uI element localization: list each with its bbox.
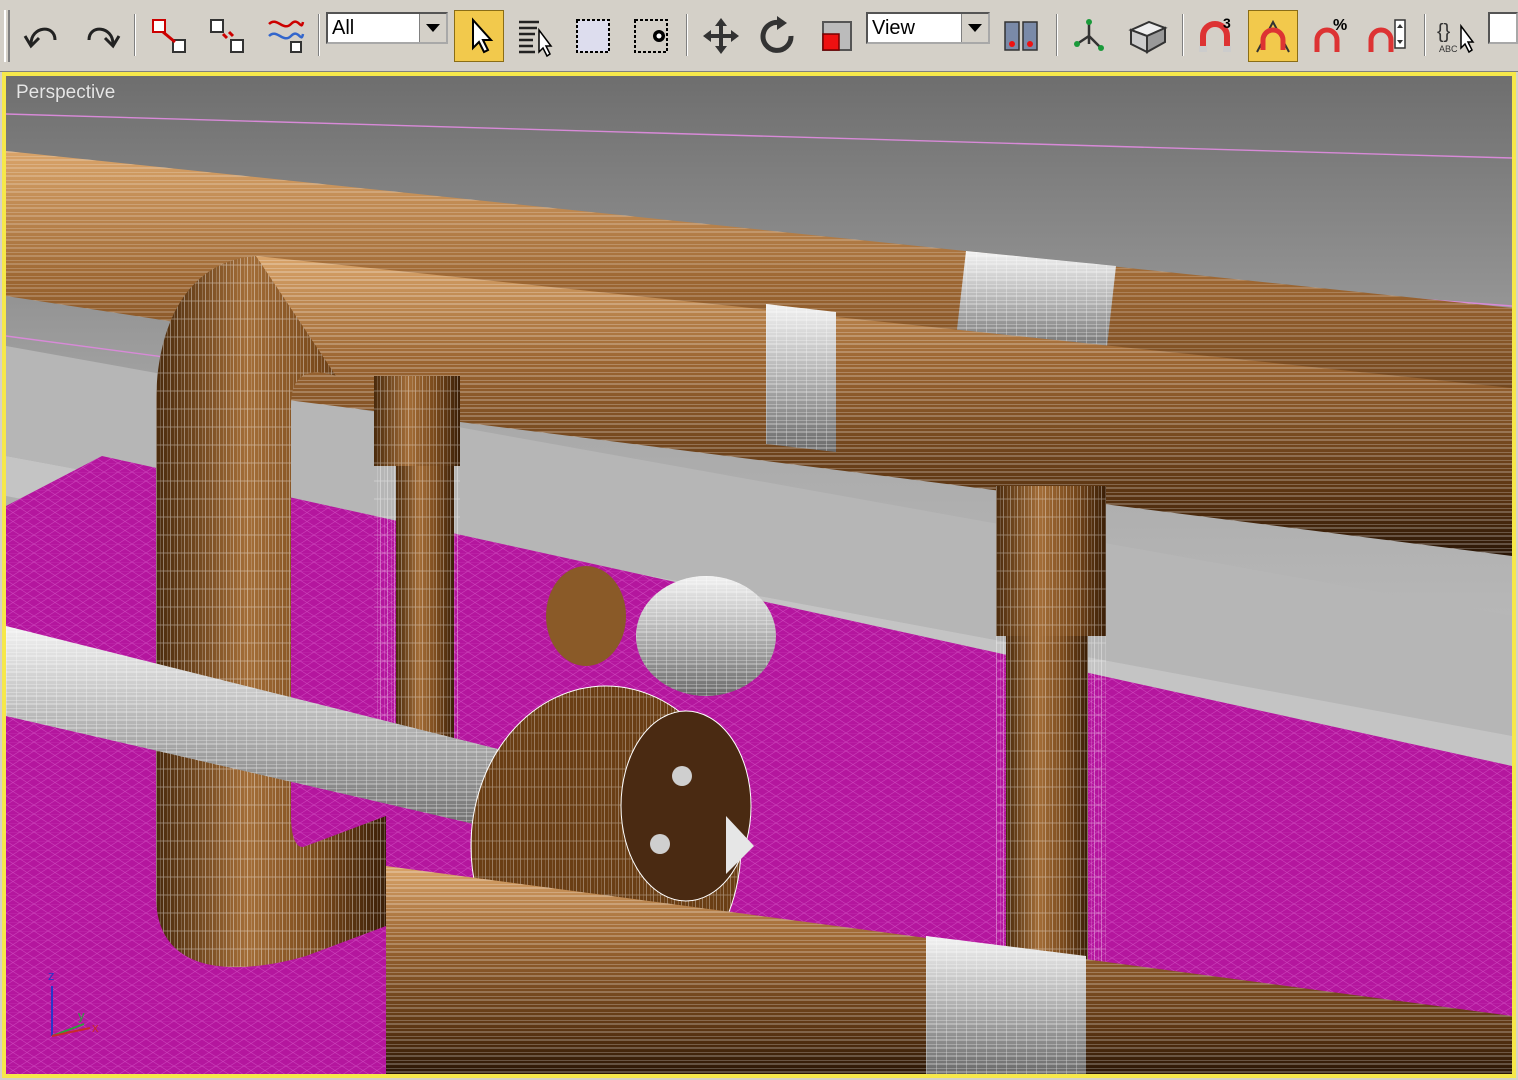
select-object-button[interactable]	[454, 10, 504, 62]
select-and-scale-button[interactable]	[810, 10, 860, 62]
redo-icon	[87, 27, 121, 49]
rectangular-selection-icon	[576, 19, 610, 53]
select-and-rotate-button[interactable]	[752, 10, 802, 62]
axis-x-label: x	[92, 1020, 99, 1035]
bind-to-space-warp-icon	[268, 20, 305, 53]
reference-coordinate-value: View	[872, 17, 915, 39]
select-by-name-icon	[519, 20, 553, 58]
svg-text:{}: {}	[1437, 21, 1451, 43]
select-and-link-icon	[152, 19, 186, 53]
angle-snap-toggle-icon	[1256, 19, 1290, 53]
keyboard-shortcut-override-icon	[1128, 20, 1168, 54]
percent-label: %	[1333, 17, 1347, 34]
toolbar-separator	[1056, 14, 1058, 56]
percent-snap-toggle-icon: %	[1314, 17, 1347, 52]
toolbar-separator	[1424, 14, 1426, 56]
select-object-icon	[472, 17, 494, 54]
toolbar-separator	[318, 14, 320, 56]
window-crossing-icon	[634, 19, 668, 53]
named-selection-set-field[interactable]	[1488, 12, 1518, 44]
support-column-right[interactable]	[996, 486, 1106, 976]
window-crossing-button[interactable]	[626, 10, 676, 62]
edit-named-selection-icon: {}ABC	[1437, 21, 1475, 54]
chevron-down-icon[interactable]	[961, 14, 988, 42]
undo-icon	[23, 27, 57, 49]
edit-named-selection-button[interactable]: {} ABC	[1430, 10, 1480, 62]
viewport-label[interactable]: Perspective	[16, 82, 115, 104]
selection-filter-dropdown[interactable]: All	[326, 12, 448, 44]
select-by-name-button[interactable]	[510, 10, 560, 62]
pipe-ring[interactable]	[766, 304, 836, 452]
angle-snap-toggle-button[interactable]	[1248, 10, 1298, 62]
svg-text:ABC: ABC	[1439, 44, 1458, 54]
selection-filter-value: All	[332, 17, 355, 39]
snaps-toggle-icon: 3	[1199, 15, 1231, 52]
bind-to-space-warp-button[interactable]	[260, 10, 310, 62]
main-toolbar: All View 3 % {} ABC	[0, 0, 1518, 72]
undo-button[interactable]	[18, 10, 68, 62]
toolbar-separator	[686, 14, 688, 56]
spinner-snap-toggle-button[interactable]	[1362, 10, 1412, 62]
snaps-toggle-button[interactable]: 3	[1190, 10, 1240, 62]
toolbar-grip[interactable]	[4, 10, 10, 62]
keyboard-shortcut-override-button[interactable]	[1122, 10, 1172, 62]
scene-canvas[interactable]: z y x	[6, 76, 1512, 1074]
snap-dimension-label: 3	[1223, 15, 1231, 31]
use-pivot-center-button[interactable]	[996, 10, 1046, 62]
select-and-scale-icon	[822, 21, 852, 51]
select-and-manipulate-button[interactable]	[1064, 10, 1114, 62]
perspective-viewport[interactable]: z y x Perspective	[2, 72, 1516, 1078]
unlink-selection-icon	[210, 19, 244, 53]
reference-coordinate-dropdown[interactable]: View	[866, 12, 990, 44]
select-and-link-button[interactable]	[144, 10, 194, 62]
use-pivot-center-icon	[1004, 21, 1038, 51]
select-and-move-button[interactable]	[696, 10, 746, 62]
select-and-move-icon	[703, 18, 739, 54]
redo-button[interactable]	[76, 10, 126, 62]
unlink-selection-button[interactable]	[202, 10, 252, 62]
axis-y-label: y	[78, 1008, 85, 1023]
percent-snap-toggle-button[interactable]: %	[1306, 10, 1356, 62]
chevron-down-icon[interactable]	[419, 14, 446, 42]
select-and-rotate-icon	[760, 16, 794, 53]
spinner-snap-toggle-icon	[1368, 19, 1406, 52]
select-and-manipulate-icon	[1074, 19, 1104, 51]
toolbar-separator	[1182, 14, 1184, 56]
axis-z-label: z	[48, 968, 55, 983]
toolbar-separator	[134, 14, 136, 56]
rectangular-selection-button[interactable]	[568, 10, 618, 62]
